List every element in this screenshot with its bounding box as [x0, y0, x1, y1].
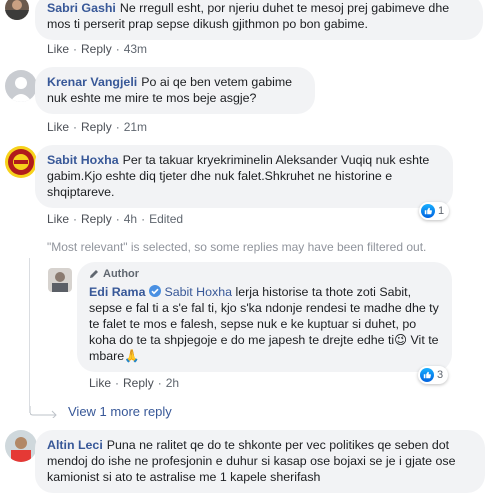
mention-link[interactable]: Sabit Hoxha: [164, 285, 232, 299]
comment-bubble: Sabri Gashi Ne rregull esht, por njeriu d…: [35, 0, 483, 40]
avatar[interactable]: [48, 268, 72, 292]
pencil-icon: [90, 270, 98, 278]
comment-text: Puna ne ralitet qe do te shkonte per vec…: [47, 438, 456, 484]
author-badge-label: Author: [103, 268, 140, 280]
like-link[interactable]: Like: [47, 120, 69, 134]
comment-author[interactable]: Sabri Gashi: [47, 1, 116, 15]
comment-author[interactable]: Sabit Hoxha: [47, 153, 119, 167]
like-reaction-icon: [421, 204, 435, 218]
like-link[interactable]: Like: [47, 42, 69, 56]
reply-author[interactable]: Edi Rama: [89, 285, 145, 299]
comment-bubble: Altin Leci Puna ne ralitet qe do te shkon…: [35, 430, 485, 493]
timestamp[interactable]: 43m: [124, 42, 147, 56]
author-badge: Author: [89, 266, 440, 282]
reply-link[interactable]: Reply: [81, 212, 112, 226]
avatar[interactable]: [5, 0, 29, 20]
reply-actions: Like · Reply · 2h: [89, 376, 180, 390]
comment-author[interactable]: Krenar Vangjeli: [47, 75, 137, 89]
view-more-label[interactable]: View 1 more reply: [68, 404, 172, 419]
view-more-replies[interactable]: View 1 more reply: [30, 404, 172, 419]
comment-actions: Like · Reply · 21m: [47, 120, 148, 134]
edited-label[interactable]: Edited: [149, 212, 183, 226]
comment-actions: Like · Reply · 43m: [47, 42, 148, 56]
reply-arrow-icon: [30, 405, 57, 418]
comment-actions: Like · Reply · 4h · Edited: [47, 212, 184, 226]
reaction-count[interactable]: 3: [418, 366, 449, 384]
reaction-count[interactable]: 1: [419, 202, 450, 220]
comment-bubble: Sabit Hoxha Per ta takuar kryekriminelin …: [35, 145, 453, 208]
timestamp[interactable]: 21m: [124, 120, 147, 134]
thread-line: [29, 258, 30, 413]
reply-link[interactable]: Reply: [81, 120, 112, 134]
reaction-number: 3: [437, 369, 444, 381]
reply-link[interactable]: Reply: [81, 42, 112, 56]
avatar[interactable]: [5, 430, 37, 462]
timestamp[interactable]: 2h: [166, 376, 179, 390]
avatar-default[interactable]: [5, 70, 37, 102]
avatar[interactable]: [5, 146, 37, 178]
filter-note: "Most relevant" is selected, so some rep…: [47, 240, 427, 254]
timestamp[interactable]: 4h: [124, 212, 137, 226]
like-reaction-icon: [420, 368, 434, 382]
comment-bubble: Krenar Vangjeli Po ai qe ben vetem gabime…: [35, 67, 315, 114]
like-link[interactable]: Like: [89, 376, 111, 390]
reply-link[interactable]: Reply: [123, 376, 154, 390]
reaction-number: 1: [438, 205, 445, 217]
like-link[interactable]: Like: [47, 212, 69, 226]
verified-icon: [149, 285, 162, 297]
reply-bubble: Author Edi Rama Sabit Hoxha lerja histori…: [77, 262, 452, 372]
comment-author[interactable]: Altin Leci: [47, 438, 103, 452]
